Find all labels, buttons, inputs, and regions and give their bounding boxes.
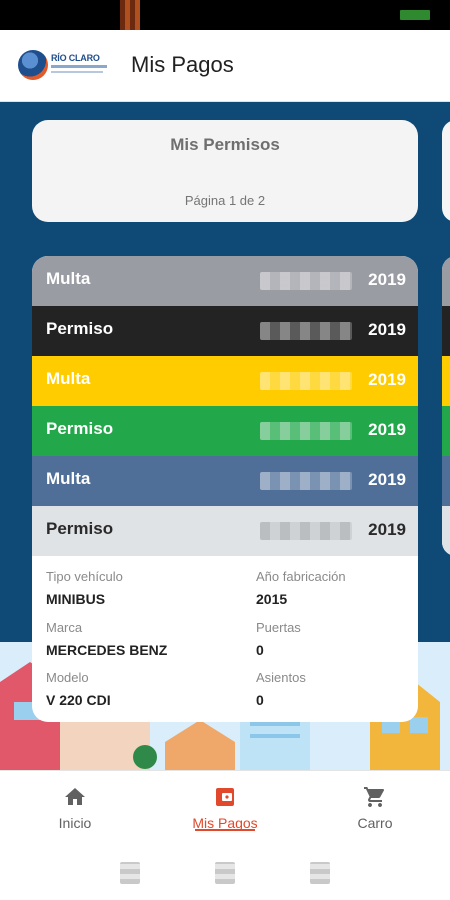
vehicle-type-label: Tipo vehículo	[46, 569, 123, 584]
app-bar: RÍO CLARO Mis Pagos	[0, 30, 450, 102]
brand-label: Marca	[46, 620, 83, 635]
redacted-identifier	[260, 372, 352, 390]
redacted-identifier	[260, 472, 352, 490]
logo-tagline	[51, 65, 107, 68]
list-item[interactable]: Permiso 2019	[32, 406, 418, 456]
status-bar	[0, 0, 450, 30]
permits-summary-card[interactable]: Mis Permisos Página 1 de 2	[32, 120, 418, 222]
home-button[interactable]	[215, 862, 235, 884]
list-item[interactable]: Multa 2019	[32, 256, 418, 306]
cart-icon	[320, 783, 430, 811]
logo-emblem-icon	[18, 50, 48, 80]
model-value: V 220 CDI	[46, 692, 111, 708]
wallet-icon	[170, 783, 280, 811]
redacted-identifier	[260, 322, 352, 340]
payment-year: 2019	[368, 370, 406, 389]
nav-item-inicio[interactable]: Inicio	[20, 783, 130, 831]
home-icon	[20, 783, 130, 811]
logo: RÍO CLARO	[18, 48, 108, 84]
active-tab-indicator	[195, 829, 255, 831]
payment-type-label: Permiso	[46, 419, 114, 438]
system-navigation-bar	[0, 850, 450, 900]
payment-type-label: Multa	[46, 269, 91, 288]
permits-card-title: Mis Permisos	[170, 135, 280, 154]
back-button[interactable]	[310, 862, 330, 884]
list-item[interactable]: Permiso 2019	[32, 306, 418, 356]
brand-value: MERCEDES BENZ	[46, 642, 168, 658]
battery-icon	[400, 10, 430, 20]
nav-item-carro[interactable]: Carro	[320, 783, 430, 831]
model-label: Modelo	[46, 670, 89, 685]
recent-apps-button[interactable]	[120, 862, 140, 884]
seats-value: 0	[256, 692, 264, 708]
payment-type-label: Permiso	[46, 319, 114, 338]
payment-type-label: Permiso	[46, 519, 114, 538]
doors-label: Puertas	[256, 620, 301, 635]
page-title: Mis Pagos	[131, 52, 234, 77]
next-list-card-peek[interactable]	[442, 256, 450, 556]
doors-field: Puertas 0	[256, 620, 418, 658]
manufacture-year-field: Año fabricación 2015	[256, 569, 418, 607]
payment-year: 2019	[368, 420, 406, 439]
seats-field: Asientos 0	[256, 670, 418, 708]
logo-text: RÍO CLARO	[51, 53, 100, 63]
model-field: Modelo V 220 CDI	[46, 670, 236, 708]
manufacture-year-value: 2015	[256, 591, 288, 607]
list-item[interactable]: Multa 2019	[32, 356, 418, 406]
payments-list: Multa 2019 Permiso 2019 Multa 2019 Permi…	[32, 256, 418, 556]
payment-type-label: Multa	[46, 369, 91, 388]
brand-field: Marca MERCEDES BENZ	[46, 620, 236, 658]
vehicle-type-value: MINIBUS	[46, 591, 106, 607]
nav-item-mis-pagos[interactable]: Mis Pagos	[170, 783, 280, 831]
payment-year: 2019	[368, 470, 406, 489]
payment-year: 2019	[368, 320, 406, 339]
page-indicator: Página 1 de 2	[184, 193, 266, 208]
vehicle-type-field: Tipo vehículo MINIBUS	[46, 569, 236, 607]
list-item[interactable]: Multa 2019	[32, 456, 418, 506]
payment-type-label: Multa	[46, 469, 91, 488]
nav-label-carro: Carro	[357, 815, 393, 831]
status-notification-icon	[120, 0, 140, 30]
logo-tagline-line	[51, 71, 103, 73]
manufacture-year-label: Año fabricación	[256, 569, 346, 584]
redacted-identifier	[260, 272, 352, 290]
seats-label: Asientos	[256, 670, 306, 685]
payment-year: 2019	[368, 270, 406, 289]
main-content[interactable]: Mis Permisos Página 1 de 2 Multa 2019 Pe…	[0, 102, 450, 770]
nav-label-inicio: Inicio	[58, 815, 92, 831]
bottom-navigation: Inicio Mis Pagos Carro	[0, 770, 450, 850]
payment-year: 2019	[368, 520, 406, 539]
doors-value: 0	[256, 642, 264, 658]
payments-list-card: Multa 2019 Permiso 2019 Multa 2019 Permi…	[32, 256, 418, 722]
list-item[interactable]: Permiso 2019	[32, 506, 418, 556]
redacted-identifier	[260, 422, 352, 440]
next-permit-card-peek[interactable]	[442, 120, 450, 222]
redacted-identifier	[260, 522, 352, 540]
